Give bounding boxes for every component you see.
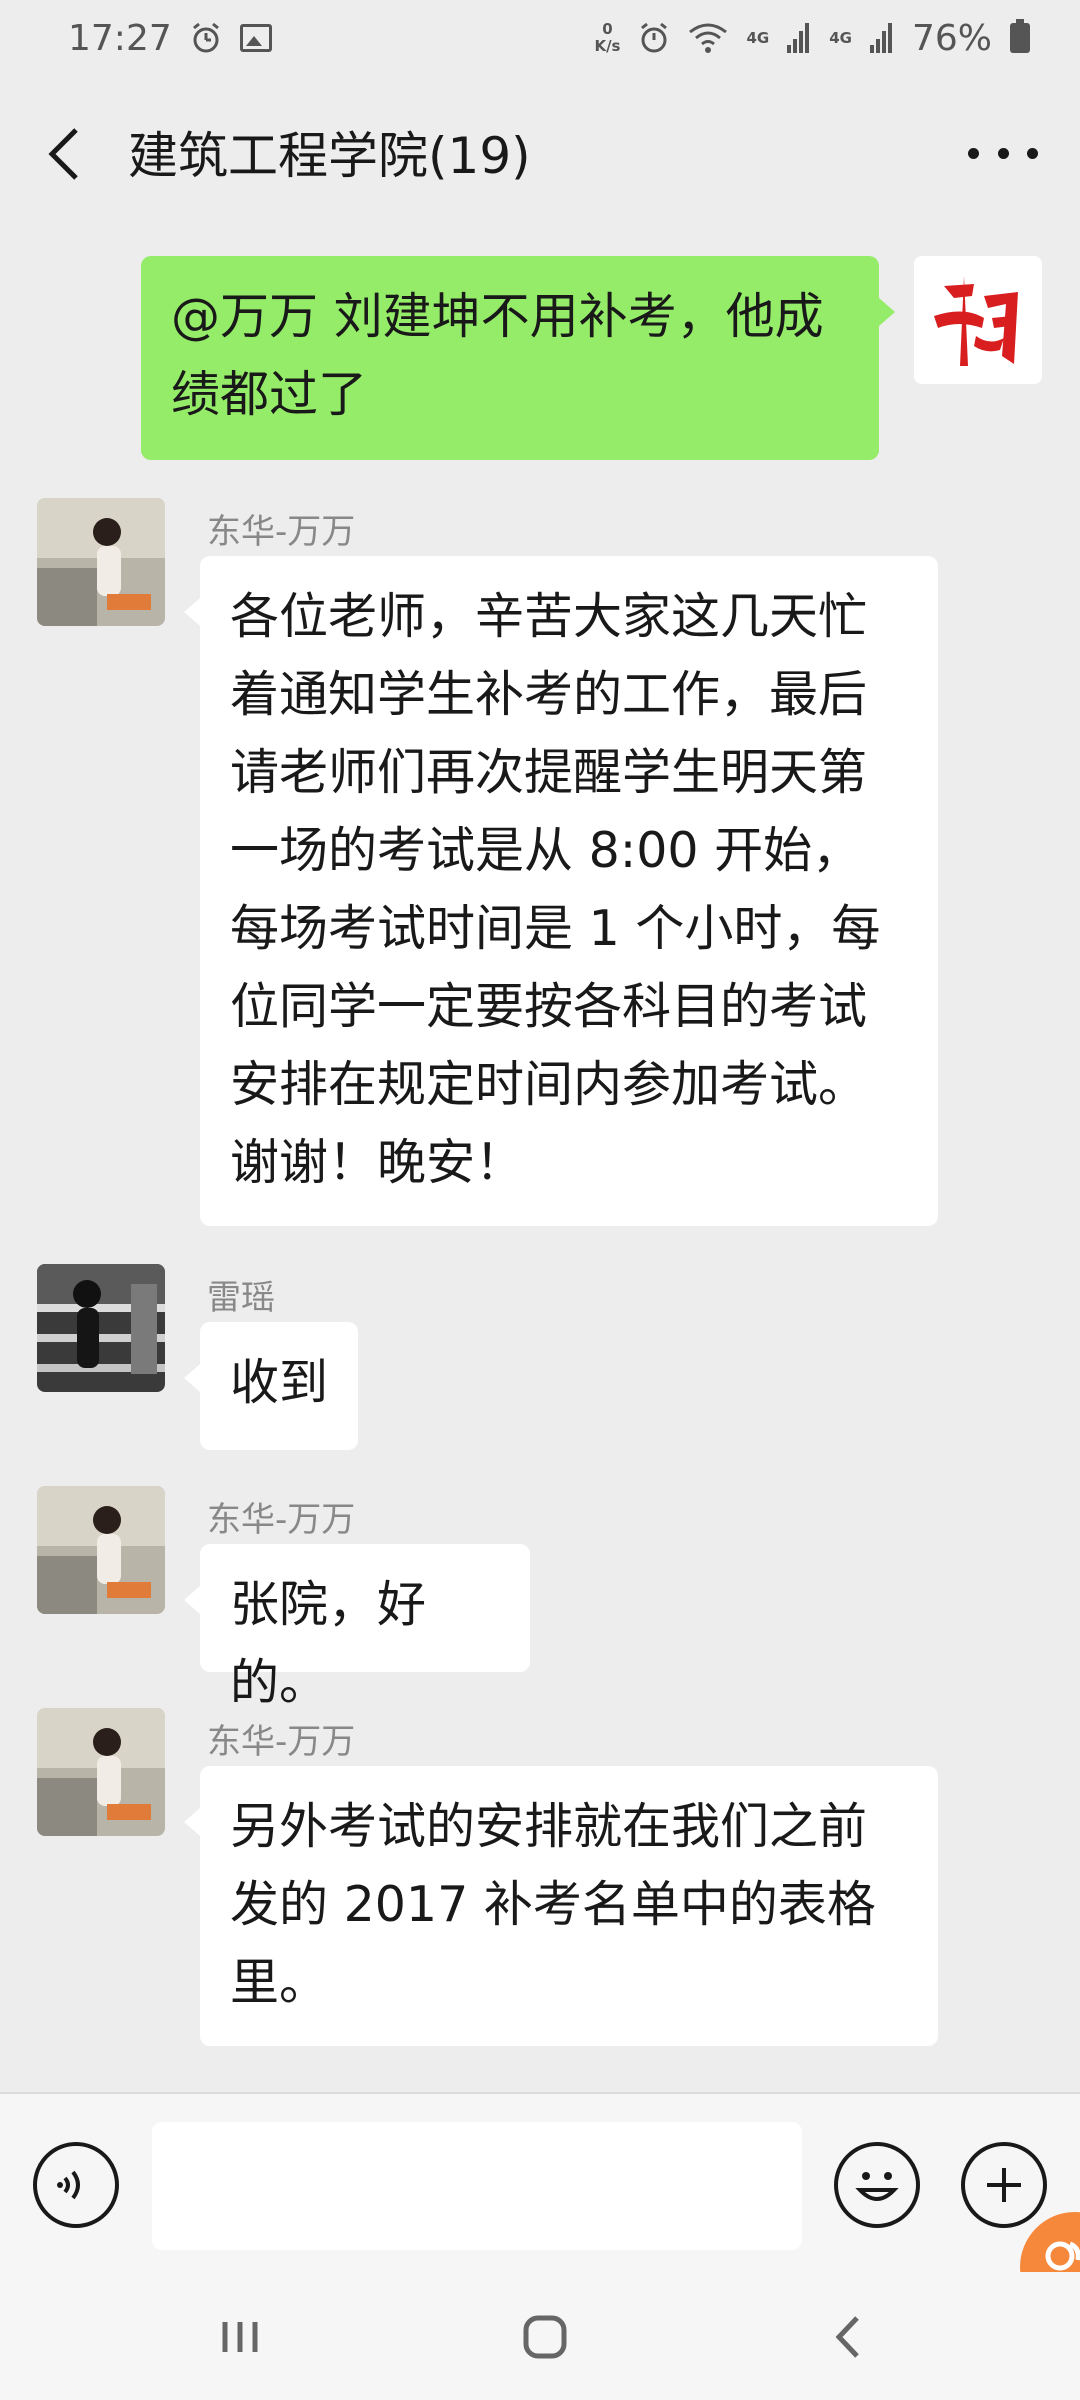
signal-icon	[869, 23, 892, 53]
net-speed-unit: K/s	[594, 37, 621, 55]
status-bar: 17:27 0 K/s 4G 4G 76%	[0, 0, 1080, 76]
smiley-face-icon	[855, 2172, 899, 2201]
calligraphy-avatar-icon	[914, 256, 1042, 384]
home-icon[interactable]	[510, 2302, 580, 2372]
message-bubble-incoming[interactable]: 张院，好的。	[184, 1544, 530, 1711]
input-bar	[0, 2092, 1080, 2272]
dot	[968, 147, 979, 159]
avatar[interactable]	[37, 1486, 165, 1614]
status-time: 17:27	[68, 17, 172, 59]
photo-avatar-icon	[37, 1708, 165, 1836]
sender-name: 东华-万万	[207, 512, 356, 552]
avatar[interactable]	[37, 1264, 165, 1392]
battery-icon	[1010, 19, 1030, 53]
avatar[interactable]	[37, 498, 165, 626]
message-text: 各位老师，辛苦大家这几天忙着通知学生补考的工作，最后请老师们再次提醒学生明天第一…	[230, 588, 881, 1191]
avatar[interactable]	[914, 256, 1042, 384]
photo-avatar-icon	[37, 1486, 165, 1614]
message-text: 张院，好的。	[230, 1576, 427, 1711]
message-bubble-outgoing[interactable]: @万万 刘建坤不用补考，他成绩都过了	[141, 256, 895, 460]
plus-icon[interactable]	[961, 2142, 1047, 2228]
chevron-left-icon[interactable]	[40, 124, 90, 184]
message-bubble-incoming[interactable]: 各位老师，辛苦大家这几天忙着通知学生补考的工作，最后请老师们再次提醒学生明天第一…	[184, 556, 938, 1226]
alarm-icon	[192, 22, 219, 53]
dot	[997, 147, 1009, 159]
net-speed-value: 0	[602, 20, 613, 38]
status-left: 17:27	[68, 18, 272, 59]
message-text: 收到	[230, 1354, 329, 1411]
chat-title: 建筑工程学院(19)	[128, 127, 531, 185]
sender-name: 雷瑶	[207, 1278, 275, 1318]
emoji-icon[interactable]	[834, 2142, 920, 2228]
plus-sign-icon	[987, 2168, 1021, 2202]
signal-icon	[787, 23, 810, 53]
back-icon[interactable]	[815, 2302, 885, 2372]
dot	[1027, 147, 1038, 159]
message-text: @万万 刘建坤不用补考，他成绩都过了	[171, 288, 824, 423]
signal-4g-label: 4G	[746, 29, 770, 47]
message-list[interactable]: @万万 刘建坤不用补考，他成绩都过了 东华-万万 各位老师，辛苦大家这几天忙着通…	[0, 230, 1080, 2092]
alarm-icon	[641, 22, 668, 53]
chat-header: 建筑工程学院(19)	[0, 76, 1080, 230]
voice-icon[interactable]	[33, 2142, 119, 2228]
net-speed: 0 K/s	[594, 21, 620, 55]
voice-waves-icon	[57, 2170, 80, 2200]
sender-name: 东华-万万	[207, 1500, 356, 1540]
sender-name: 东华-万万	[207, 1722, 356, 1762]
recents-icon[interactable]	[205, 2302, 275, 2372]
photo-avatar-bw-icon	[37, 1264, 165, 1392]
image-icon	[239, 24, 272, 52]
status-right: 0 K/s 4G 4G 76%	[594, 18, 1030, 59]
message-text: 另外考试的安排就在我们之前发的 2017 补考名单中的表格里。	[230, 1798, 876, 2011]
battery-percent: 76%	[911, 17, 992, 59]
message-input[interactable]	[152, 2122, 802, 2250]
signal-4g-label-2: 4G	[829, 29, 852, 47]
photo-avatar-icon	[37, 498, 165, 626]
wifi-icon	[689, 23, 728, 53]
message-bubble-incoming[interactable]: 收到	[184, 1322, 358, 1450]
more-dots-icon[interactable]	[968, 136, 1038, 170]
avatar[interactable]	[37, 1708, 165, 1836]
system-nav-bar	[0, 2272, 1080, 2400]
message-bubble-incoming[interactable]: 另外考试的安排就在我们之前发的 2017 补考名单中的表格里。	[184, 1766, 938, 2046]
